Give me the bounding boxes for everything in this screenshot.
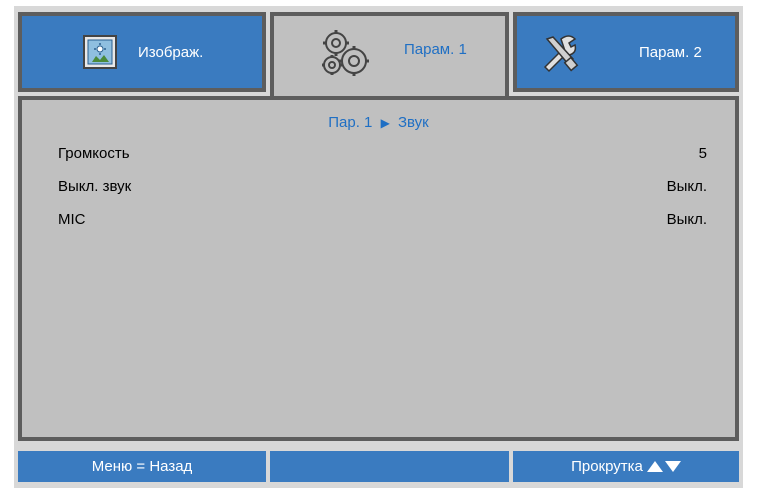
tab-image-label: Изображ. [138,43,204,61]
tools-icon [539,31,581,73]
tab-params-1-label: Парам. 1 [404,40,467,58]
setting-value: Выкл. [666,211,707,228]
footer-back-hint: Меню = Назад [18,451,266,482]
footer-scroll-hint: Прокрутка [513,451,739,482]
arrow-up-icon [646,461,663,472]
content-panel: Пар. 1 ▶ Звук Громкость 5 Выкл. звук Вык… [18,96,739,441]
setting-label: Выкл. звук [58,178,132,195]
arrow-down-icon [664,461,681,472]
setting-row-mic[interactable]: MIC Выкл. [58,211,707,235]
breadcrumb: Пар. 1 ▶ Звук [22,114,735,131]
setting-label: MIC [58,211,86,228]
tab-params-2-label: Парам. 2 [639,43,702,61]
tab-params-2[interactable]: Парам. 2 [513,12,739,92]
setting-row-mute[interactable]: Выкл. звук Выкл. [58,178,707,202]
setting-row-volume[interactable]: Громкость 5 [58,145,707,169]
gears-icon [316,25,372,81]
footer-scroll-label: Прокрутка [571,458,643,475]
tab-image[interactable]: Изображ. [18,12,266,92]
osd-menu: Изображ. Парам. 1 Парам. 2 Пар. 1 ▶ Звук… [0,0,757,497]
breadcrumb-parent[interactable]: Пар. 1 [328,114,372,131]
breadcrumb-separator-icon: ▶ [380,116,390,130]
footer-middle [270,451,509,482]
image-settings-icon [82,34,118,70]
setting-label: Громкость [58,145,130,162]
breadcrumb-current: Звук [397,114,429,131]
setting-value: 5 [698,145,707,162]
tab-params-1[interactable]: Парам. 1 [270,12,509,100]
setting-value: Выкл. [666,178,707,195]
footer-back-label: Меню = Назад [91,458,193,475]
